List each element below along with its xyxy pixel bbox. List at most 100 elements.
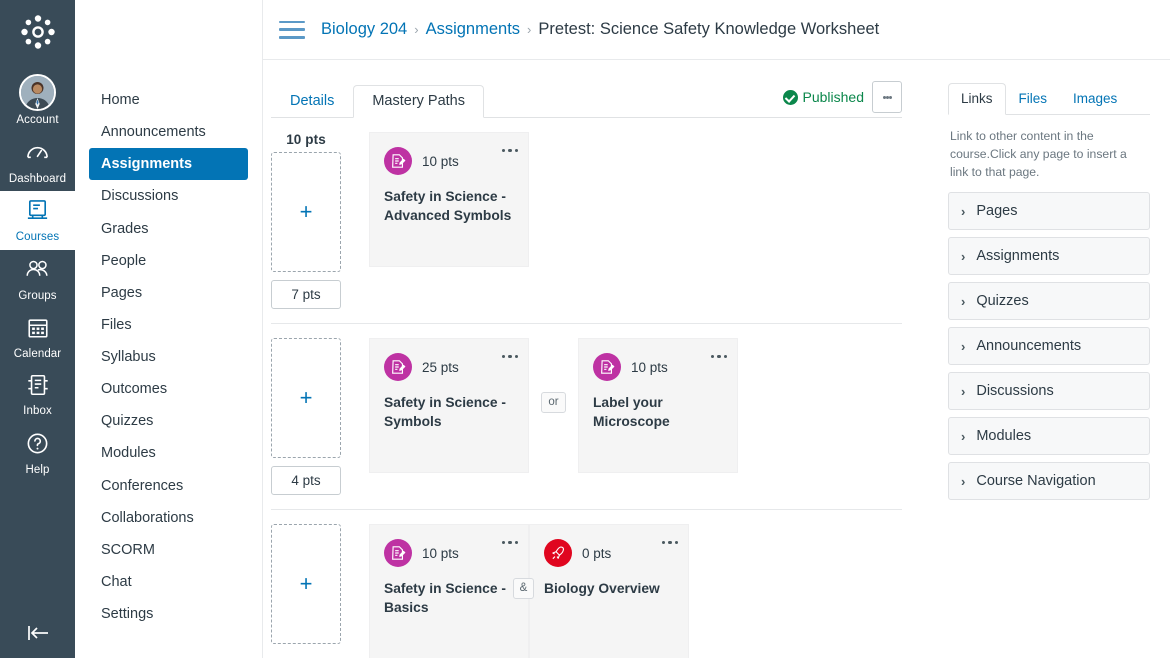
chevron-right-icon: ›: [961, 250, 965, 263]
dashboard-icon: [25, 140, 50, 170]
global-nav-item-help[interactable]: Help: [0, 424, 75, 483]
accordion-discussions[interactable]: › Discussions: [948, 372, 1150, 410]
assignment-card[interactable]: 10 pts Label your Microscope: [578, 338, 738, 473]
course-nav-item-modules[interactable]: Modules: [89, 437, 248, 469]
card-more-options-icon[interactable]: [502, 541, 518, 544]
tabs-actions: Published: [783, 81, 903, 117]
path-row: 10 pts + 7 pts: [271, 118, 902, 309]
score-upper-bound: 10 pts: [271, 132, 341, 147]
courses-icon: [25, 198, 50, 228]
course-nav-item-settings[interactable]: Settings: [89, 598, 248, 630]
assignment-icon: [384, 147, 412, 175]
connector-label: or: [541, 392, 565, 414]
add-assignment-dropzone[interactable]: +: [271, 152, 341, 272]
global-nav-item-dashboard[interactable]: Dashboard: [0, 133, 75, 192]
breadcrumb-separator: ›: [414, 22, 418, 37]
assignment-card[interactable]: 10 pts Safety in Science - Advanced Symb…: [369, 132, 529, 267]
course-nav-item-grades[interactable]: Grades: [89, 213, 248, 245]
accordion-quizzes[interactable]: › Quizzes: [948, 282, 1150, 320]
course-nav-item-home[interactable]: Home: [89, 84, 248, 116]
breadcrumb-assignments[interactable]: Assignments: [426, 20, 520, 39]
course-nav-item-conferences[interactable]: Conferences: [89, 470, 248, 502]
global-nav-item-inbox[interactable]: Inbox: [0, 366, 75, 424]
link-picker-sidebar: Links Files Images Link to other content…: [935, 60, 1170, 658]
accordion-modules[interactable]: › Modules: [948, 417, 1150, 455]
card-more-options-icon[interactable]: [662, 541, 678, 544]
course-nav-item-announcements[interactable]: Announcements: [89, 116, 248, 148]
assignment-icon: [384, 539, 412, 567]
course-nav-item-collaborations[interactable]: Collaborations: [89, 502, 248, 534]
canvas-app: Account Dashboard Courses: [0, 0, 1170, 658]
path-cards: 25 pts Safety in Science - Symbols or: [369, 338, 738, 473]
collapse-left-icon[interactable]: [0, 622, 75, 644]
card-header: 0 pts: [544, 539, 674, 567]
assignment-card[interactable]: 10 pts Safety in Science - Basics: [369, 524, 529, 658]
accordion-label: Discussions: [976, 383, 1053, 399]
quiz-icon: [544, 539, 572, 567]
course-nav-item-chat[interactable]: Chat: [89, 566, 248, 598]
chevron-right-icon: ›: [961, 295, 965, 308]
tab-files[interactable]: Files: [1006, 83, 1061, 115]
inbox-icon: [26, 373, 50, 402]
course-nav-item-outcomes[interactable]: Outcomes: [89, 373, 248, 405]
plus-icon: +: [300, 201, 313, 223]
canvas-logo-icon[interactable]: [16, 10, 60, 59]
card-points: 10 pts: [422, 546, 459, 561]
card-header: 10 pts: [593, 353, 723, 381]
global-nav-item-groups[interactable]: Groups: [0, 250, 75, 309]
score-lower-bound: 4 pts: [271, 466, 341, 495]
global-nav-item-calendar[interactable]: Calendar: [0, 309, 75, 367]
global-nav-label: Calendar: [14, 348, 61, 361]
card-more-options-icon[interactable]: [502, 355, 518, 358]
assignment-icon: [384, 353, 412, 381]
assignment-card[interactable]: 25 pts Safety in Science - Symbols: [369, 338, 529, 473]
course-nav-item-syllabus[interactable]: Syllabus: [89, 341, 248, 373]
tab-links[interactable]: Links: [948, 83, 1006, 115]
assignment-icon: [593, 353, 621, 381]
card-more-options-icon[interactable]: [502, 149, 518, 152]
tab-details[interactable]: Details: [271, 85, 353, 119]
accordion-label: Assignments: [976, 248, 1059, 264]
publish-status-button[interactable]: Published: [783, 89, 865, 105]
course-nav-item-scorm[interactable]: SCORM: [89, 534, 248, 566]
path-cards: 10 pts Safety in Science - Basics &: [369, 524, 689, 658]
sidebar-description: Link to other content in the course.Clic…: [950, 127, 1148, 182]
card-title: Label your Microscope: [593, 394, 723, 431]
plus-icon: +: [300, 387, 313, 409]
course-nav-item-people[interactable]: People: [89, 245, 248, 277]
course-nav-item-quizzes[interactable]: Quizzes: [89, 405, 248, 437]
more-options-button[interactable]: [872, 81, 902, 113]
accordion-label: Quizzes: [976, 293, 1028, 309]
global-nav-label: Dashboard: [9, 173, 66, 186]
course-nav-item-discussions[interactable]: Discussions: [89, 180, 248, 212]
accordion-announcements[interactable]: › Announcements: [948, 327, 1150, 365]
card-more-options-icon[interactable]: [711, 355, 727, 358]
score-lower-bound: 7 pts: [271, 280, 341, 309]
accordion-pages[interactable]: › Pages: [948, 192, 1150, 230]
add-assignment-dropzone[interactable]: +: [271, 338, 341, 458]
hamburger-icon[interactable]: [279, 21, 305, 39]
quiz-card[interactable]: 0 pts Biology Overview: [529, 524, 689, 658]
global-nav-item-courses[interactable]: Courses: [0, 191, 75, 250]
breadcrumb-bar: Biology 204 › Assignments › Pretest: Sci…: [263, 0, 1170, 60]
accordion-label: Pages: [976, 203, 1017, 219]
card-points: 25 pts: [422, 360, 459, 375]
breadcrumb-course[interactable]: Biology 204: [321, 20, 407, 39]
global-nav-label: Help: [25, 464, 49, 477]
card-header: 10 pts: [384, 539, 514, 567]
tab-mastery-paths[interactable]: Mastery Paths: [353, 85, 484, 119]
breadcrumb-separator: ›: [527, 22, 531, 37]
accordion-label: Course Navigation: [976, 473, 1095, 489]
add-assignment-dropzone[interactable]: +: [271, 524, 341, 644]
assignment-tabs: Details Mastery Paths Published: [271, 82, 902, 118]
accordion-assignments[interactable]: › Assignments: [948, 237, 1150, 275]
course-nav-item-assignments[interactable]: Assignments: [89, 148, 248, 180]
course-nav-item-files[interactable]: Files: [89, 309, 248, 341]
accordion-course-navigation[interactable]: › Course Navigation: [948, 462, 1150, 500]
tab-images[interactable]: Images: [1060, 83, 1130, 115]
breadcrumb-current: Pretest: Science Safety Knowledge Worksh…: [538, 20, 879, 39]
global-nav-item-account[interactable]: Account: [0, 67, 75, 133]
chevron-right-icon: ›: [961, 475, 965, 488]
course-nav-item-pages[interactable]: Pages: [89, 277, 248, 309]
status-badge: Published: [803, 89, 865, 105]
